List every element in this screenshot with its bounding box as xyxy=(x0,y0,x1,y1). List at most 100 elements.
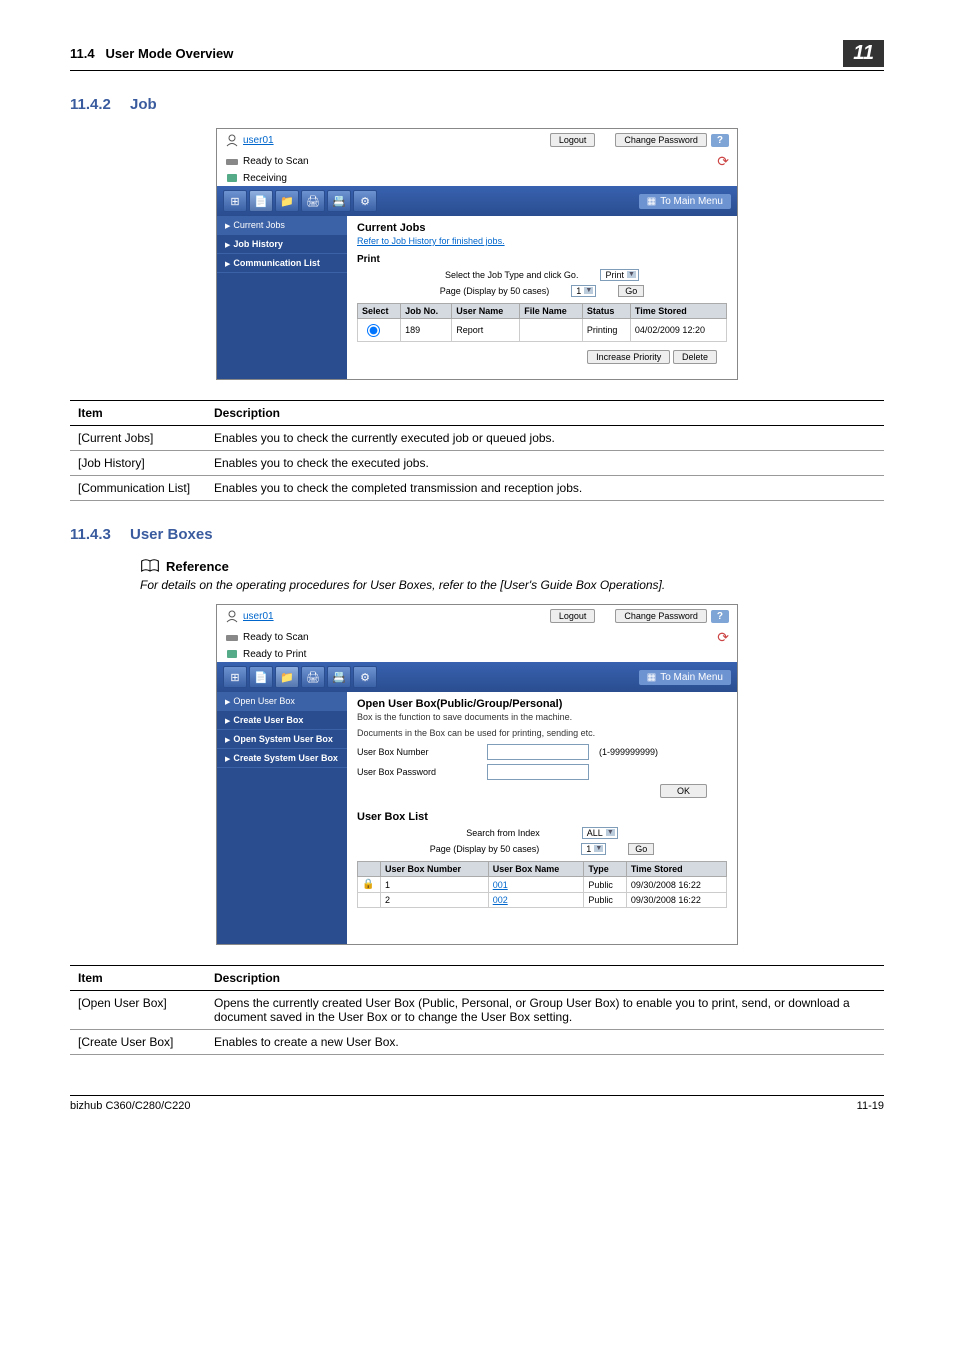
book-icon xyxy=(140,558,160,574)
job-type-select[interactable]: Print xyxy=(600,269,639,281)
change-password-button[interactable]: Change Password xyxy=(615,133,707,147)
increase-priority-button[interactable]: Increase Priority xyxy=(587,350,670,364)
row-radio[interactable] xyxy=(367,324,380,337)
change-password-button[interactable]: Change Password xyxy=(615,609,707,623)
logout-button[interactable]: Logout xyxy=(550,609,596,623)
tab-icon-4[interactable]: 🖨 xyxy=(301,666,325,688)
print-subtitle: Print xyxy=(357,254,727,265)
sidebar-item-communication-list[interactable]: ▶Communication List xyxy=(217,254,347,273)
th-type: Type xyxy=(584,862,626,877)
refresh-icon[interactable]: ⟳ xyxy=(717,153,729,170)
user-box-number-label: User Box Number xyxy=(357,747,477,757)
help-icon[interactable]: ? xyxy=(711,134,729,147)
status-print: Ready to Print xyxy=(243,649,306,660)
to-main-menu-button[interactable]: ▦To Main Menu xyxy=(639,670,731,685)
sidebar-item-create-system-user-box[interactable]: ▶Create System User Box xyxy=(217,749,347,768)
heading-num: 11.4.3 xyxy=(70,526,130,543)
footer-model: bizhub C360/C280/C220 xyxy=(70,1100,190,1112)
th-item: Item xyxy=(70,966,206,991)
desc-comm-list: Enables you to check the completed trans… xyxy=(206,476,884,501)
th-filename: File Name xyxy=(520,304,583,319)
tab-icon-3[interactable]: 📁 xyxy=(275,666,299,688)
page-select[interactable]: 1 xyxy=(581,843,606,855)
scanner-icon xyxy=(225,156,239,168)
tab-icon-5[interactable]: 📇 xyxy=(327,190,351,212)
tab-icon-6[interactable]: ⚙ xyxy=(353,190,377,212)
tab-icon-6[interactable]: ⚙ xyxy=(353,666,377,688)
page-display-label: Page (Display by 50 cases) xyxy=(430,844,540,854)
footer-page: 11-19 xyxy=(857,1100,884,1112)
desc-create-user-box: Enables to create a new User Box. xyxy=(206,1030,884,1055)
content-title: Open User Box(Public/Group/Personal) xyxy=(357,698,727,710)
userbox-description-table: ItemDescription [Open User Box]Opens the… xyxy=(70,965,884,1055)
logout-button[interactable]: Logout xyxy=(550,133,596,147)
search-from-index-label: Search from Index xyxy=(466,828,540,838)
th-item: Item xyxy=(70,401,206,426)
desc-current-jobs: Enables you to check the currently execu… xyxy=(206,426,884,451)
cell-type: Public xyxy=(584,877,626,893)
sidebar-item-create-user-box[interactable]: ▶Create User Box xyxy=(217,711,347,730)
page-display-label: Page (Display by 50 cases) xyxy=(440,286,550,296)
printer-icon xyxy=(225,172,239,184)
cell-num: 1 xyxy=(381,877,489,893)
cell-status: Printing xyxy=(582,319,630,342)
tab-icon-2[interactable]: 📄 xyxy=(249,190,273,212)
tab-icon-2[interactable]: 📄 xyxy=(249,666,273,688)
tab-icon-4[interactable]: 🖨 xyxy=(301,190,325,212)
tab-icon-1[interactable]: ⊞ xyxy=(223,666,247,688)
go-button[interactable]: Go xyxy=(618,285,644,297)
th-time: Time Stored xyxy=(626,862,726,877)
search-index-select[interactable]: ALL xyxy=(582,827,618,839)
ok-button[interactable]: OK xyxy=(660,784,707,798)
desc-open-user-box: Opens the currently created User Box (Pu… xyxy=(206,991,884,1030)
item-current-jobs: [Current Jobs] xyxy=(70,426,206,451)
section-title: User Mode Overview xyxy=(105,46,233,61)
box-name-link[interactable]: 001 xyxy=(493,880,508,890)
go-button[interactable]: Go xyxy=(628,843,654,855)
user-box-password-input[interactable] xyxy=(487,764,589,780)
sidebar-item-open-user-box[interactable]: ▶Open User Box xyxy=(217,692,347,711)
tab-icon-5[interactable]: 📇 xyxy=(327,666,351,688)
status-scan: Ready to Scan xyxy=(243,632,309,643)
cell-time: 04/02/2009 12:20 xyxy=(630,319,726,342)
cell-type: Public xyxy=(584,893,626,908)
scanner-icon xyxy=(225,632,239,644)
help-icon[interactable]: ? xyxy=(711,610,729,623)
tab-icon-1[interactable]: ⊞ xyxy=(223,190,247,212)
table-row: 2 002 Public 09/30/2008 16:22 xyxy=(358,893,727,908)
heading-title: User Boxes xyxy=(130,526,213,543)
th-timestored: Time Stored xyxy=(630,304,726,319)
jobs-table: Select Job No. User Name File Name Statu… xyxy=(357,303,727,342)
history-link[interactable]: Refer to Job History for finished jobs. xyxy=(357,236,727,246)
screenshot-job: user01 Logout Change Password ? Ready to… xyxy=(216,128,738,380)
th-box-number: User Box Number xyxy=(381,862,489,877)
lock-icon: 🔒 xyxy=(362,879,374,890)
page-select[interactable]: 1 xyxy=(571,285,596,297)
th-box-name: User Box Name xyxy=(488,862,584,877)
refresh-icon[interactable]: ⟳ xyxy=(717,629,729,646)
username-link[interactable]: user01 xyxy=(243,135,274,146)
to-main-menu-button[interactable]: ▦To Main Menu xyxy=(639,194,731,209)
sidebar-item-current-jobs[interactable]: ▶Current Jobs xyxy=(217,216,347,235)
tab-icon-3[interactable]: 📁 xyxy=(275,190,299,212)
job-description-table: ItemDescription [Current Jobs]Enables yo… xyxy=(70,400,884,501)
username-link[interactable]: user01 xyxy=(243,611,274,622)
delete-button[interactable]: Delete xyxy=(673,350,717,364)
user-icon xyxy=(225,609,239,623)
item-create-user-box: [Create User Box] xyxy=(70,1030,206,1055)
sidebar-item-job-history[interactable]: ▶Job History xyxy=(217,235,347,254)
heading-title: Job xyxy=(130,96,157,113)
sidebar-item-open-system-user-box[interactable]: ▶Open System User Box xyxy=(217,730,347,749)
th-select: Select xyxy=(358,304,401,319)
item-open-user-box: [Open User Box] xyxy=(70,991,206,1030)
th-desc: Description xyxy=(206,966,884,991)
user-box-number-input[interactable] xyxy=(487,744,589,760)
box-name-link[interactable]: 002 xyxy=(493,895,508,905)
th-username: User Name xyxy=(452,304,520,319)
section-num: 11.4 xyxy=(70,46,95,61)
cell-filename xyxy=(520,319,583,342)
cell-time: 09/30/2008 16:22 xyxy=(626,893,726,908)
content-title: Current Jobs xyxy=(357,222,727,234)
th-status: Status xyxy=(582,304,630,319)
table-row: 🔒 1 001 Public 09/30/2008 16:22 xyxy=(358,877,727,893)
